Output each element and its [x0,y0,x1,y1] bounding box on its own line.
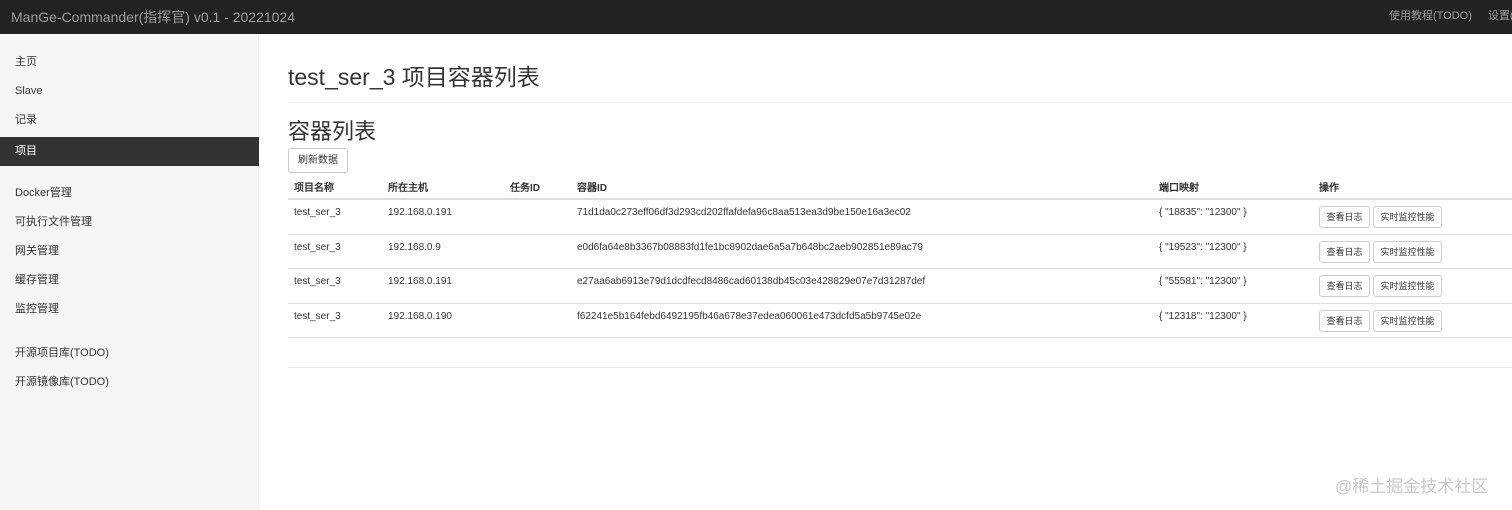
main-content: test_ser_3 项目容器列表 容器列表 刷新数据 项目名称 所在主机 任务… [259,34,1512,510]
view-log-button[interactable]: 查看日志 [1319,275,1370,297]
table-row: test_ser_3 192.168.0.190 f62241e5b164feb… [288,304,1512,338]
divider [288,367,1512,368]
cell-host: 192.168.0.190 [388,310,452,322]
sidebar-item-oss-projects[interactable]: 开源项目库(TODO) [0,339,259,368]
table-header: 项目名称 所在主机 任务ID 容器ID 端口映射 操作 [288,174,1512,200]
cell-ports: { "19523": "12300" } [1159,241,1247,253]
sidebar-item-slave[interactable]: Slave [0,77,259,106]
settings-link[interactable]: 设置( [1488,0,1512,33]
table-row: test_ser_3 192.168.0.191 e27aa6ab6913e79… [288,269,1512,304]
cell-container-id: e27aa6ab6913e79d1dcdfecd8486cad60138db45… [577,276,926,287]
cell-ports: { "12318": "12300" } [1159,310,1247,322]
header-task-id: 任务ID [510,183,540,194]
sidebar-item-monitoring[interactable]: 监控管理 [0,295,259,324]
cell-ports: { "18835": "12300" } [1159,207,1247,218]
cell-host: 192.168.0.191 [388,276,452,287]
refresh-button[interactable]: 刷新数据 [288,148,348,173]
cell-ports: { "55581": "12300" } [1159,276,1247,287]
cell-project: test_ser_3 [294,241,341,253]
sidebar-item-oss-images[interactable]: 开源镜像库(TODO) [0,368,259,397]
realtime-monitor-button[interactable]: 实时监控性能 [1373,240,1442,263]
realtime-monitor-button[interactable]: 实时监控性能 [1373,206,1442,228]
header-host: 所在主机 [388,183,428,194]
app-brand[interactable]: ManGe-Commander(指挥官) v0.1 - 20221024 [11,0,295,34]
sidebar: 主页 Slave 记录 项目 Docker管理 可执行文件管理 网关管理 缓存管… [0,34,259,510]
view-log-button[interactable]: 查看日志 [1319,309,1370,332]
cell-host: 192.168.0.191 [388,207,452,218]
divider [288,102,1512,103]
table-row: test_ser_3 192.168.0.191 71d1da0c273eff0… [288,200,1512,235]
sidebar-item-home[interactable]: 主页 [0,48,259,77]
help-link[interactable]: 使用教程(TODO) [1389,0,1472,33]
table-row: test_ser_3 192.168.0.9 e0d6fa64e8b3367b0… [288,235,1512,269]
section-title: 容器列表 [288,119,377,144]
cell-project: test_ser_3 [294,207,341,218]
top-navbar: ManGe-Commander(指挥官) v0.1 - 20221024 使用教… [0,0,1512,34]
sidebar-item-docker[interactable]: Docker管理 [0,179,259,208]
sidebar-item-gateway[interactable]: 网关管理 [0,237,259,266]
cell-project: test_ser_3 [294,310,341,322]
cell-container-id: f62241e5b164febd6492195fb46a678e37edea06… [577,310,922,322]
cell-host: 192.168.0.9 [388,241,441,253]
header-project: 项目名称 [294,183,334,194]
cell-container-id: 71d1da0c273eff06df3d293cd202ffafdefa96c8… [577,207,911,218]
watermark: @稀土掘金技术社区 [1335,477,1489,496]
container-table: 项目名称 所在主机 任务ID 容器ID 端口映射 操作 test_ser_3 1… [288,174,1512,338]
sidebar-item-executables[interactable]: 可执行文件管理 [0,208,259,237]
view-log-button[interactable]: 查看日志 [1319,240,1370,263]
cell-project: test_ser_3 [294,276,341,287]
realtime-monitor-button[interactable]: 实时监控性能 [1373,309,1442,332]
header-actions: 操作 [1319,183,1339,194]
page-title: test_ser_3 项目容器列表 [288,64,540,90]
sidebar-item-cache[interactable]: 缓存管理 [0,266,259,295]
header-ports: 端口映射 [1159,183,1199,194]
realtime-monitor-button[interactable]: 实时监控性能 [1373,275,1442,297]
header-container-id: 容器ID [577,183,607,194]
view-log-button[interactable]: 查看日志 [1319,206,1370,228]
sidebar-item-records[interactable]: 记录 [0,106,259,135]
cell-container-id: e0d6fa64e8b3367b08883fd1fe1bc8902dae6a5a… [577,241,923,253]
sidebar-item-projects[interactable]: 项目 [0,137,259,166]
